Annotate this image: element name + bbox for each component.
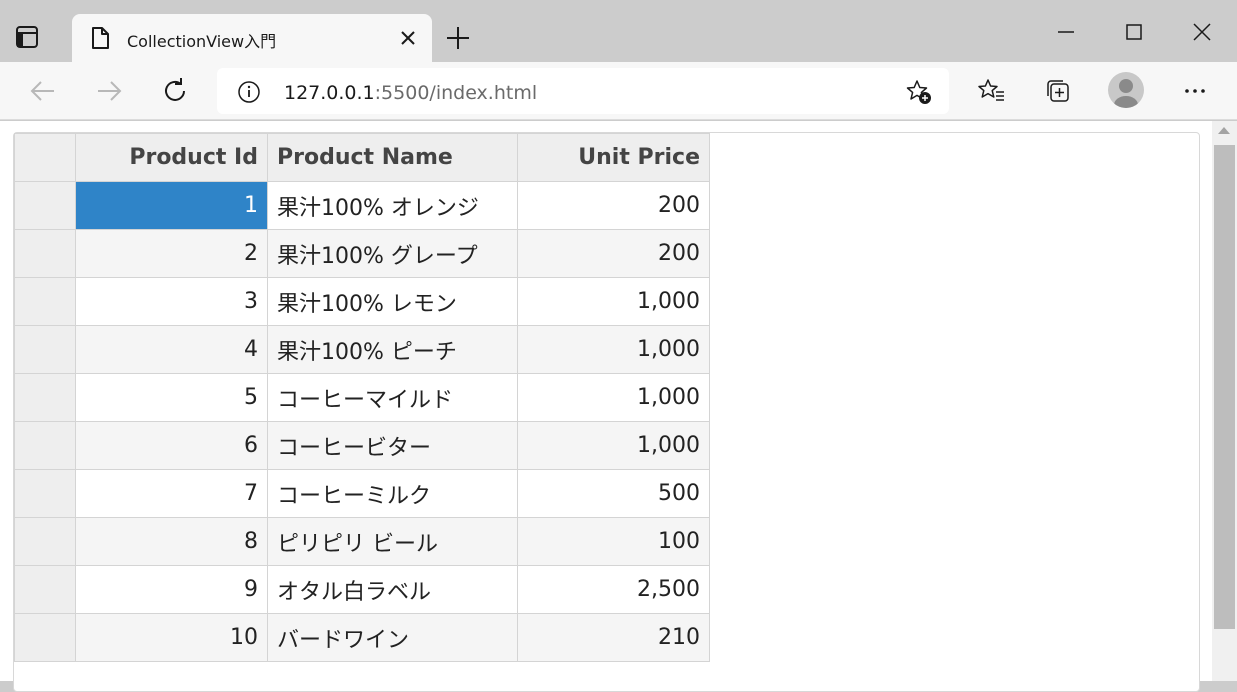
new-tab-icon[interactable] — [444, 24, 472, 52]
cell-product-id[interactable]: 4 — [75, 325, 268, 374]
cell-unit-price[interactable]: 1,000 — [517, 421, 710, 470]
refresh-icon[interactable] — [160, 76, 190, 106]
column-header-product-id[interactable]: Product Id — [75, 133, 268, 182]
column-header-product-name[interactable]: Product Name — [267, 133, 518, 182]
table-row[interactable]: 9 オタル白ラベル 2,500 — [14, 565, 710, 614]
cell-product-id[interactable]: 3 — [75, 277, 268, 326]
top-left-header[interactable] — [14, 133, 76, 182]
row-header[interactable] — [14, 325, 76, 374]
tab-actions-icon[interactable] — [14, 24, 40, 50]
scroll-up-arrow-icon[interactable] — [1218, 127, 1230, 134]
cell-product-name[interactable]: 果汁100% レモン — [267, 277, 518, 326]
scrollbar-thumb[interactable] — [1214, 145, 1235, 629]
cell-unit-price[interactable]: 1,000 — [517, 277, 710, 326]
row-header[interactable] — [14, 565, 76, 614]
table-row[interactable]: 10 バードワイン 210 — [14, 613, 710, 662]
address-bar[interactable]: 127.0.0.1:5500/index.html — [217, 68, 949, 114]
cell-unit-price[interactable]: 210 — [517, 613, 710, 662]
browser-toolbar: 127.0.0.1:5500/index.html — [0, 62, 1237, 120]
url-text[interactable]: 127.0.0.1:5500/index.html — [284, 82, 537, 104]
row-header[interactable] — [14, 229, 76, 278]
row-header[interactable] — [14, 181, 76, 230]
profile-avatar[interactable] — [1108, 72, 1144, 108]
table-row[interactable]: 4 果汁100% ピーチ 1,000 — [14, 325, 710, 374]
cell-product-name[interactable]: 果汁100% オレンジ — [267, 181, 518, 230]
table-row[interactable]: 2 果汁100% グレープ 200 — [14, 229, 710, 278]
cell-product-id[interactable]: 5 — [75, 373, 268, 422]
favorites-icon[interactable] — [977, 76, 1007, 106]
grid-header-row: Product Id Product Name Unit Price — [14, 133, 710, 182]
row-header[interactable] — [14, 373, 76, 422]
cell-product-id[interactable]: 1 — [75, 181, 268, 230]
flex-grid[interactable]: Product Id Product Name Unit Price 1 果汁10… — [14, 133, 710, 662]
row-header[interactable] — [14, 421, 76, 470]
cell-unit-price[interactable]: 200 — [517, 181, 710, 230]
close-tab-icon[interactable] — [398, 28, 418, 48]
cell-product-name[interactable]: ピリピリ ビール — [267, 517, 518, 566]
close-window-icon[interactable] — [1188, 18, 1216, 46]
page-icon — [90, 26, 110, 54]
table-row[interactable]: 5 コーヒーマイルド 1,000 — [14, 373, 710, 422]
cell-unit-price[interactable]: 1,000 — [517, 325, 710, 374]
cell-product-id[interactable]: 10 — [75, 613, 268, 662]
vertical-scrollbar[interactable] — [1212, 121, 1237, 681]
collections-icon[interactable] — [1043, 76, 1073, 106]
minimize-icon[interactable] — [1052, 18, 1080, 46]
table-row[interactable]: 3 果汁100% レモン 1,000 — [14, 277, 710, 326]
row-header[interactable] — [14, 613, 76, 662]
table-row[interactable]: 1 果汁100% オレンジ 200 — [14, 181, 710, 230]
cell-unit-price[interactable]: 1,000 — [517, 373, 710, 422]
cell-unit-price[interactable]: 100 — [517, 517, 710, 566]
forward-icon[interactable] — [94, 76, 124, 106]
cell-product-name[interactable]: コーヒーマイルド — [267, 373, 518, 422]
cell-product-id[interactable]: 8 — [75, 517, 268, 566]
maximize-icon[interactable] — [1120, 18, 1148, 46]
cell-product-id[interactable]: 7 — [75, 469, 268, 518]
url-path: :5500/index.html — [374, 82, 538, 104]
grid-body: 1 果汁100% オレンジ 200 2 果汁100% グレープ 200 3 果汁100% レモ… — [14, 181, 710, 662]
table-row[interactable]: 8 ピリピリ ビール 100 — [14, 517, 710, 566]
table-row[interactable]: 7 コーヒーミルク 500 — [14, 469, 710, 518]
info-icon[interactable] — [237, 80, 261, 108]
table-row[interactable]: 6 コーヒービター 1,000 — [14, 421, 710, 470]
back-icon[interactable] — [28, 76, 58, 106]
cell-product-id[interactable]: 2 — [75, 229, 268, 278]
cell-product-name[interactable]: 果汁100% グレープ — [267, 229, 518, 278]
row-header[interactable] — [14, 517, 76, 566]
cell-product-name[interactable]: オタル白ラベル — [267, 565, 518, 614]
more-options-icon[interactable] — [1180, 76, 1210, 106]
browser-tab[interactable]: CollectionView入門 — [72, 14, 432, 62]
cell-product-name[interactable]: コーヒービター — [267, 421, 518, 470]
cell-product-id[interactable]: 9 — [75, 565, 268, 614]
tab-title: CollectionView入門 — [127, 32, 277, 51]
cell-unit-price[interactable]: 2,500 — [517, 565, 710, 614]
add-favorite-icon[interactable] — [905, 78, 933, 106]
cell-product-id[interactable]: 6 — [75, 421, 268, 470]
row-header[interactable] — [14, 277, 76, 326]
cell-unit-price[interactable]: 500 — [517, 469, 710, 518]
tab-bar: CollectionView入門 — [0, 0, 1237, 62]
cell-product-name[interactable]: コーヒーミルク — [267, 469, 518, 518]
column-header-unit-price[interactable]: Unit Price — [517, 133, 710, 182]
url-host: 127.0.0.1 — [284, 82, 375, 104]
cell-product-name[interactable]: バードワイン — [267, 613, 518, 662]
cell-unit-price[interactable]: 200 — [517, 229, 710, 278]
cell-product-name[interactable]: 果汁100% ピーチ — [267, 325, 518, 374]
row-header[interactable] — [14, 469, 76, 518]
